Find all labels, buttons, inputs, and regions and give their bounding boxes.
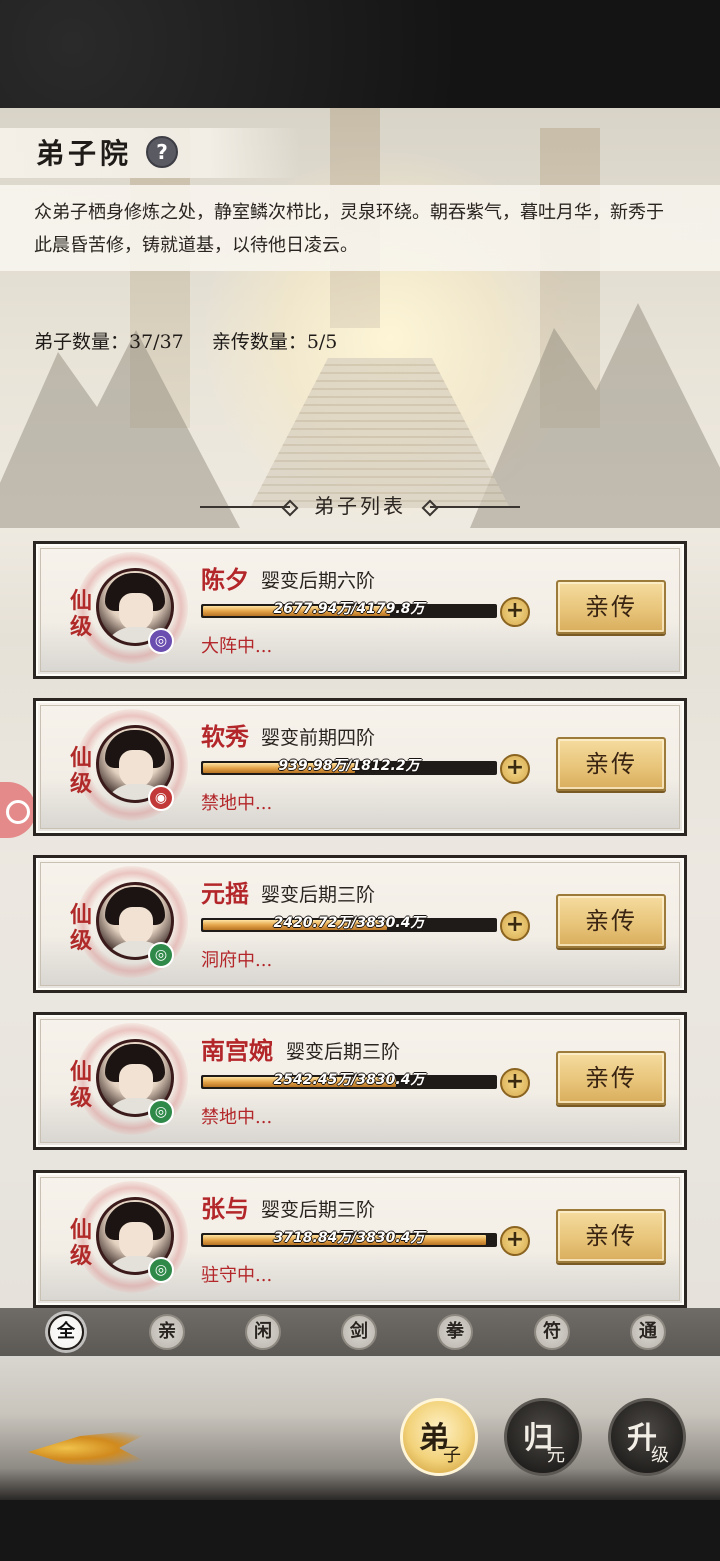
disciple-count: 弟子数量：37/37 [34, 331, 184, 353]
cultivation-realm: 婴变后期三阶 [261, 884, 376, 906]
disciple-card[interactable]: 仙级 ◎ 张与 婴变后期三阶 3718.84万/3830.4万 + 驻守中...… [33, 1170, 687, 1308]
add-exp-button[interactable]: + [500, 1226, 530, 1256]
add-exp-button[interactable]: + [500, 911, 530, 941]
rank-label: 仙级 [69, 588, 92, 640]
cultivation-realm: 婴变后期三阶 [261, 1199, 376, 1221]
list-header: 弟子列表 [0, 490, 720, 524]
disciple-card[interactable]: 仙级 ◎ 陈夕 婴变后期六阶 2677.94万/4179.8万 + 大阵中...… [33, 541, 687, 679]
exp-text: 2677.94万/4179.8万 [273, 601, 425, 617]
cultivation-realm: 婴变后期六阶 [261, 570, 376, 592]
exp-bar: 2542.45万/3830.4万 [201, 1072, 497, 1089]
cultivation-realm: 婴变前期四阶 [261, 727, 376, 749]
exp-text: 2420.72万/3830.4万 [273, 915, 425, 931]
filter-all[interactable]: 全 [48, 1314, 84, 1350]
wind-icon: ◎ [148, 1099, 174, 1125]
gold-brush-decoration [28, 1428, 158, 1468]
filter-personal[interactable]: 亲 [149, 1314, 185, 1350]
list-title: 弟子列表 [314, 494, 406, 518]
disciple-name: 南宫婉 [201, 1036, 273, 1065]
filter-sword[interactable]: 剑 [341, 1314, 377, 1350]
exp-bar: 2420.72万/3830.4万 [201, 915, 497, 932]
exp-bar: 3718.84万/3830.4万 [201, 1230, 497, 1247]
vortex-icon: ◎ [148, 628, 174, 654]
hall-description: 众弟子栖身修炼之处，静室鳞次栉比，灵泉环绕。朝吞紫气，暮吐月华，新秀于此晨昏苦修… [34, 202, 664, 256]
filter-fist[interactable]: 拳 [437, 1314, 473, 1350]
disciple-card[interactable]: 仙级 ◉ 软秀 婴变前期四阶 939.98万/1812.2万 + 禁地中... … [33, 698, 687, 836]
disciple-status: 大阵中... [201, 636, 273, 657]
make-personal-disciple-button[interactable]: 亲传 [556, 894, 666, 948]
filter-talisman[interactable]: 符 [534, 1314, 570, 1350]
help-button[interactable]: ? [146, 136, 178, 168]
add-exp-button[interactable]: + [500, 597, 530, 627]
disciple-stats: 弟子数量：37/37 亲传数量：5/5 [34, 327, 359, 354]
disciple-name: 元摇 [201, 879, 249, 908]
rank-label: 仙级 [69, 1217, 92, 1269]
disciple-name: 张与 [201, 1194, 249, 1223]
exp-text: 2542.45万/3830.4万 [273, 1072, 425, 1088]
nav-disciples-char2: 子 [443, 1445, 461, 1466]
add-exp-button[interactable]: + [500, 1068, 530, 1098]
disciple-name: 陈夕 [201, 565, 249, 594]
make-personal-disciple-button[interactable]: 亲传 [556, 1209, 666, 1263]
flame-icon: ◉ [148, 785, 174, 811]
nav-upgrade-button[interactable]: 升 级 [608, 1398, 686, 1476]
nav-return-char2: 元 [547, 1445, 565, 1466]
disciple-status: 驻守中... [201, 1265, 273, 1286]
page-title: 弟子院 [36, 137, 133, 170]
exp-text: 3718.84万/3830.4万 [273, 1230, 425, 1246]
filter-general[interactable]: 通 [630, 1314, 666, 1350]
filter-idle[interactable]: 闲 [245, 1314, 281, 1350]
nav-disciples-button[interactable]: 弟 子 [400, 1398, 478, 1476]
disciple-card[interactable]: 仙级 ◎ 元摇 婴变后期三阶 2420.72万/3830.4万 + 洞府中...… [33, 855, 687, 993]
filter-bar: 全 亲 闲 剑 拳 符 通 [0, 1308, 720, 1356]
exp-bar: 2677.94万/4179.8万 [201, 601, 497, 618]
rank-label: 仙级 [69, 1059, 92, 1111]
bottom-black-bar [0, 1500, 720, 1561]
disciple-status: 禁地中... [201, 1107, 273, 1128]
top-black-bar [0, 0, 720, 108]
disciple-card[interactable]: 仙级 ◎ 南宫婉 婴变后期三阶 2542.45万/3830.4万 + 禁地中..… [33, 1012, 687, 1150]
wind-icon: ◎ [148, 942, 174, 968]
disciple-name: 软秀 [201, 722, 249, 751]
rank-label: 仙级 [69, 745, 92, 797]
rank-label: 仙级 [69, 902, 92, 954]
nav-upgrade-char2: 级 [651, 1445, 669, 1466]
make-personal-disciple-button[interactable]: 亲传 [556, 737, 666, 791]
exp-bar: 939.98万/1812.2万 [201, 758, 497, 775]
personal-disciple-count: 亲传数量：5/5 [211, 331, 338, 353]
bottom-nav: 弟 子 归 元 升 级 [0, 1356, 720, 1500]
disciple-status: 禁地中... [201, 793, 273, 814]
nav-return-button[interactable]: 归 元 [504, 1398, 582, 1476]
disciple-status: 洞府中... [201, 950, 273, 971]
exp-text: 939.98万/1812.2万 [278, 758, 420, 774]
cultivation-realm: 婴变后期三阶 [286, 1041, 401, 1063]
make-personal-disciple-button[interactable]: 亲传 [556, 1051, 666, 1105]
make-personal-disciple-button[interactable]: 亲传 [556, 580, 666, 634]
wind-icon: ◎ [148, 1257, 174, 1283]
question-icon: ? [156, 140, 168, 164]
ornament-right [430, 506, 520, 508]
add-exp-button[interactable]: + [500, 754, 530, 784]
ornament-left [200, 506, 290, 508]
